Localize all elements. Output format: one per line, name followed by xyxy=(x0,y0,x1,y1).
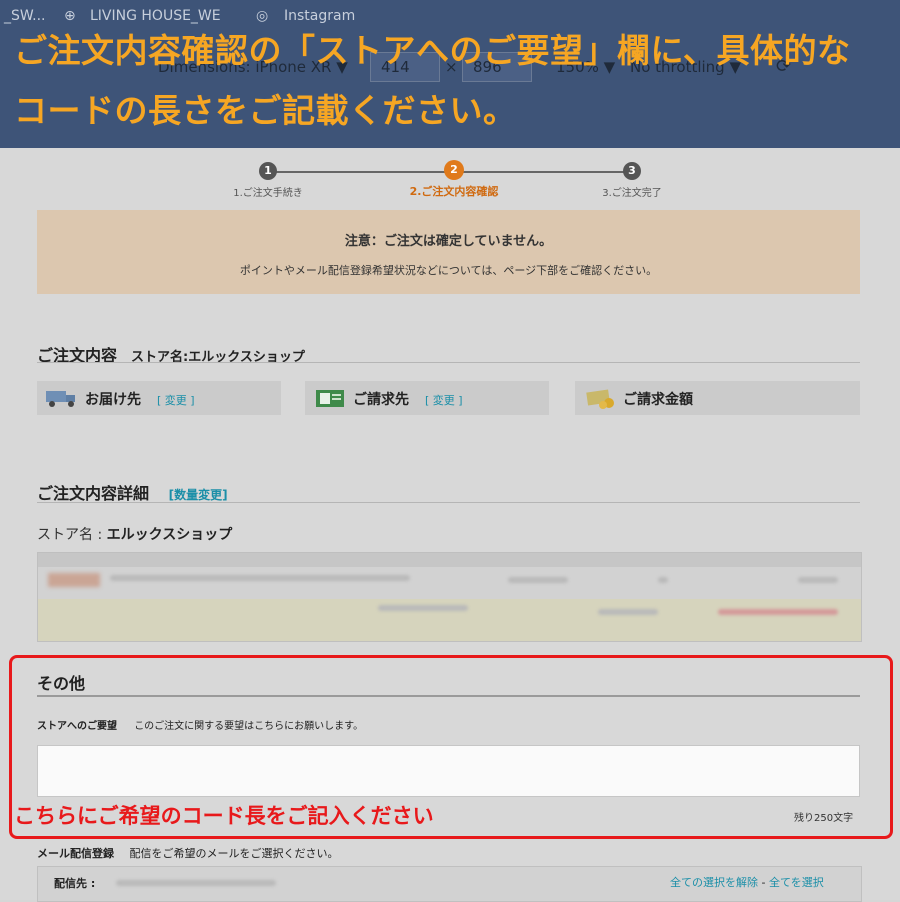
mail-label: メール配信登録 xyxy=(37,847,114,860)
mail-desc: 配信をご希望のメールをご選択ください。 xyxy=(129,847,339,860)
mail-select-links: 全ての選択を解除 - 全てを選択 xyxy=(670,874,824,890)
shipping-change-link[interactable]: [ 変更 ] xyxy=(157,392,195,408)
amount-label: ご請求金額 xyxy=(623,392,693,408)
shipping-box: お届け先 [ 変更 ] xyxy=(37,381,281,415)
step-connector-1 xyxy=(268,171,454,173)
mail-destination-box: 配信先 : 全ての選択を解除 - 全てを選択 xyxy=(37,866,862,902)
globe-icon: ⊕ xyxy=(64,8,76,24)
detail-store-prefix: ストア名 : xyxy=(37,527,107,543)
detail-title: ご注文内容詳細 [数量変更] xyxy=(37,480,228,504)
store-request-textarea[interactable] xyxy=(37,745,860,797)
request-desc: このご注文に関する要望はこちらにお願いします。 xyxy=(134,721,364,732)
table-header xyxy=(38,553,861,567)
tab-1[interactable]: _SW... xyxy=(4,8,45,24)
banner-line-2: コードの長さをご記載ください。 xyxy=(14,91,517,130)
money-icon xyxy=(585,387,617,409)
other-divider xyxy=(37,695,860,697)
step-2-label: 2.ご注文内容確認 xyxy=(409,185,499,198)
notice-title: 注意：ご注文は確定していません。 xyxy=(344,234,553,249)
instagram-icon: ◎ xyxy=(256,8,269,24)
unconfirmed-notice: 注意：ご注文は確定していません。 ポイントやメール配信登録希望状況などについては… xyxy=(37,210,860,294)
step-3-dot: 3 xyxy=(623,162,641,180)
detail-divider xyxy=(37,502,860,503)
product-thumbnail xyxy=(48,573,100,587)
step-2-dot: 2 xyxy=(444,160,464,180)
billing-box: ご請求先 [ 変更 ] xyxy=(305,381,549,415)
banner-line-1: ご注文内容確認の「ストアへのご要望」欄に、具体的な xyxy=(14,31,851,70)
billing-change-link[interactable]: [ 変更 ] xyxy=(425,392,463,408)
link-separator: - xyxy=(758,876,769,889)
request-row: ストアへのご要望 このご注文に関する要望はこちらにお願いします。 xyxy=(37,717,363,732)
remaining-chars: 残り250文字 xyxy=(794,813,854,824)
order-divider xyxy=(37,362,860,363)
other-title: その他 xyxy=(37,674,86,693)
mail-row: メール配信登録 配信をご希望のメールをご選択ください。 xyxy=(37,845,339,861)
request-label: ストアへのご要望 xyxy=(37,721,117,732)
code-length-hint: こちらにご希望のコード長をご記入ください xyxy=(14,804,434,828)
truck-icon xyxy=(45,388,79,408)
step-connector-2 xyxy=(454,171,632,173)
detail-store-name: エルックスショップ xyxy=(106,527,233,543)
deselect-all-link[interactable]: 全ての選択を解除 xyxy=(670,876,758,889)
notice-body: ポイントやメール配信登録希望状況などについては、ページ下部をご確認ください。 xyxy=(239,264,658,277)
step-1-label: 1.ご注文手続き xyxy=(233,188,303,199)
amount-box: ご請求金額 xyxy=(575,381,860,415)
billing-label: ご請求先 xyxy=(353,392,409,408)
mail-dest-label: 配信先 : xyxy=(54,877,96,890)
invoice-icon xyxy=(315,389,345,408)
detail-title-text: ご注文内容詳細 xyxy=(37,484,150,503)
tab-3[interactable]: Instagram xyxy=(284,8,355,24)
tab-2[interactable]: LIVING HOUSE_WE xyxy=(90,8,221,24)
order-items-table xyxy=(37,552,862,642)
step-1-dot: 1 xyxy=(259,162,277,180)
detail-store: ストア名 : エルックスショップ xyxy=(37,524,232,544)
qty-change-link[interactable]: [数量変更] xyxy=(169,488,228,502)
step-3-label: 3.ご注文完了 xyxy=(602,188,662,199)
shipping-label: お届け先 xyxy=(85,392,141,408)
instruction-banner: _SW... ⊕ LIVING HOUSE_WE ◎ Instagram Dim… xyxy=(0,0,900,148)
select-all-link[interactable]: 全てを選択 xyxy=(769,876,824,889)
